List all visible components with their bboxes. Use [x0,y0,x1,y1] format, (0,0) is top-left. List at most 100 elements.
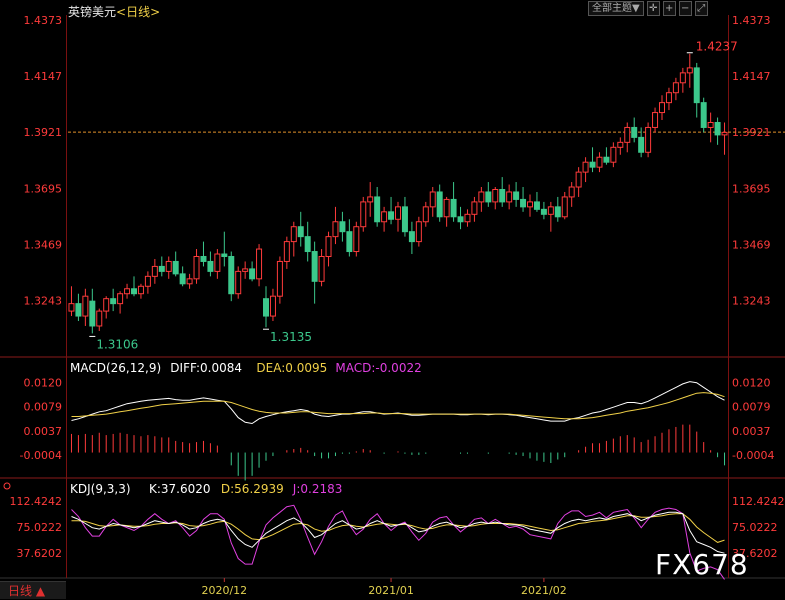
candle-body [388,211,395,220]
macd-legend-item: DEA:0.0095 [256,361,327,375]
kdj-legend-item: K:37.6020 [149,482,211,496]
candle-body [276,260,283,297]
crosshair-icon[interactable]: ✛ [646,1,660,16]
candle-body [117,293,124,305]
candle-body [693,67,700,104]
candle-body [172,260,179,275]
price-tick-label-right: 1.4373 [732,14,771,27]
kdj-tick-label-left: 112.4242 [10,495,63,508]
zoom-in-icon[interactable]: + [662,1,676,16]
candle-body [520,198,527,208]
candle-body [506,191,513,203]
candle-body [144,275,151,287]
candle-body [249,268,256,280]
price-tick-label-right: 1.3695 [732,182,771,195]
candle-body [499,188,506,203]
price-tick-label-left: 1.3695 [24,182,63,195]
candle-body [130,288,138,295]
candle-body [242,268,249,272]
candle-body [214,253,221,272]
candle-body [429,191,436,208]
candle-body [283,241,290,262]
date-tick-label: 2020/12 [201,584,247,597]
candle-body [256,248,263,280]
candle-body [207,260,214,272]
candle-body [110,298,117,305]
candle-body [554,206,561,218]
candle-body [582,161,589,173]
candle-body [457,216,464,223]
candle-body [603,156,610,163]
candle-body [513,191,520,200]
candle-body [672,82,679,94]
candle-body [540,208,547,215]
candle-body [228,255,235,295]
candle-body [721,131,728,136]
candle-body [353,226,360,253]
price-tick-label-right: 1.3469 [732,238,771,251]
candle-body [686,67,693,74]
macd-legend-item: MACD:-0.0022 [335,361,421,375]
candle-body [262,298,270,317]
toolbar: 全部主题▼ ✛ + − ⤢ [588,1,708,16]
candle-body [200,255,207,262]
candle-body [408,231,415,243]
price-tick-label-right: 1.3243 [732,294,771,307]
candle-body [318,255,325,282]
candle-body [679,72,686,84]
candle-body [325,236,332,257]
low-annotation: 1.3106 [96,337,138,351]
chart-window: 1.4373 1.4373 1.4147 1.4147 1.3921 1.3921 1.36… [0,0,785,600]
kdj-legend-item: KDJ(9,3,3) [70,482,131,496]
high-annotation: 1.4237 [696,40,738,54]
candle-body [652,112,659,128]
candle-body [707,121,714,128]
candle-body [617,141,624,148]
macd-tick-label-right: 0.0120 [732,377,771,390]
candle-body [332,221,339,238]
candle-body [589,161,596,168]
period-tag: <日线> [116,5,161,19]
candle-body [714,121,721,136]
price-tick-label-left: 1.3921 [24,126,63,139]
candle-body [311,251,318,282]
zoom-out-icon[interactable]: − [678,1,692,16]
macd-legend-item: DIFF:0.0084 [170,361,242,375]
macd-tick-label-left: 0.0037 [24,425,63,438]
kdj-tick-label-left: 37.6202 [17,547,63,560]
candle-body [415,221,422,243]
candle-body [478,191,485,203]
expand-icon[interactable]: ⤢ [694,1,708,16]
macd-tick-label-right: 0.0079 [732,401,771,414]
theme-dropdown[interactable]: 全部主题▼ [588,1,644,16]
candle-body [89,300,96,327]
candle-body [297,226,304,238]
candle-body [547,206,554,215]
candle-body [290,226,297,243]
candle-body [610,146,617,163]
price-tick-label-left: 1.3469 [24,238,63,251]
candle-body [450,198,457,218]
period-button[interactable]: 日线 ▲ [0,581,66,599]
price-tick-label-right: 1.4147 [732,70,771,83]
candle-body [464,213,471,223]
candle-body [568,186,575,198]
candle-body [103,298,110,312]
candle-body [235,270,242,295]
chart-canvas: 1.4373 1.43731.4147 1.41471.3921 1.39211.36… [0,0,785,600]
candle-body [471,201,478,215]
candle-body [193,255,200,280]
candle-body [533,201,540,210]
date-tick-label: 2021/02 [521,584,567,597]
date-tick-label: 2021/01 [368,584,414,597]
kdj-legend-item: J:0.2183 [292,482,343,496]
candle-body [401,206,408,233]
candle-body [367,196,374,203]
candle-body [485,191,492,203]
macd-tick-label-right: 0.0037 [732,425,771,438]
chart-title: 英镑美元<日线> [68,3,160,20]
kdj-legend-item: D:56.2939 [221,482,284,496]
candle-body [492,188,499,203]
candle-body [82,295,89,317]
macd-tick-label-right: -0.0004 [732,449,774,462]
